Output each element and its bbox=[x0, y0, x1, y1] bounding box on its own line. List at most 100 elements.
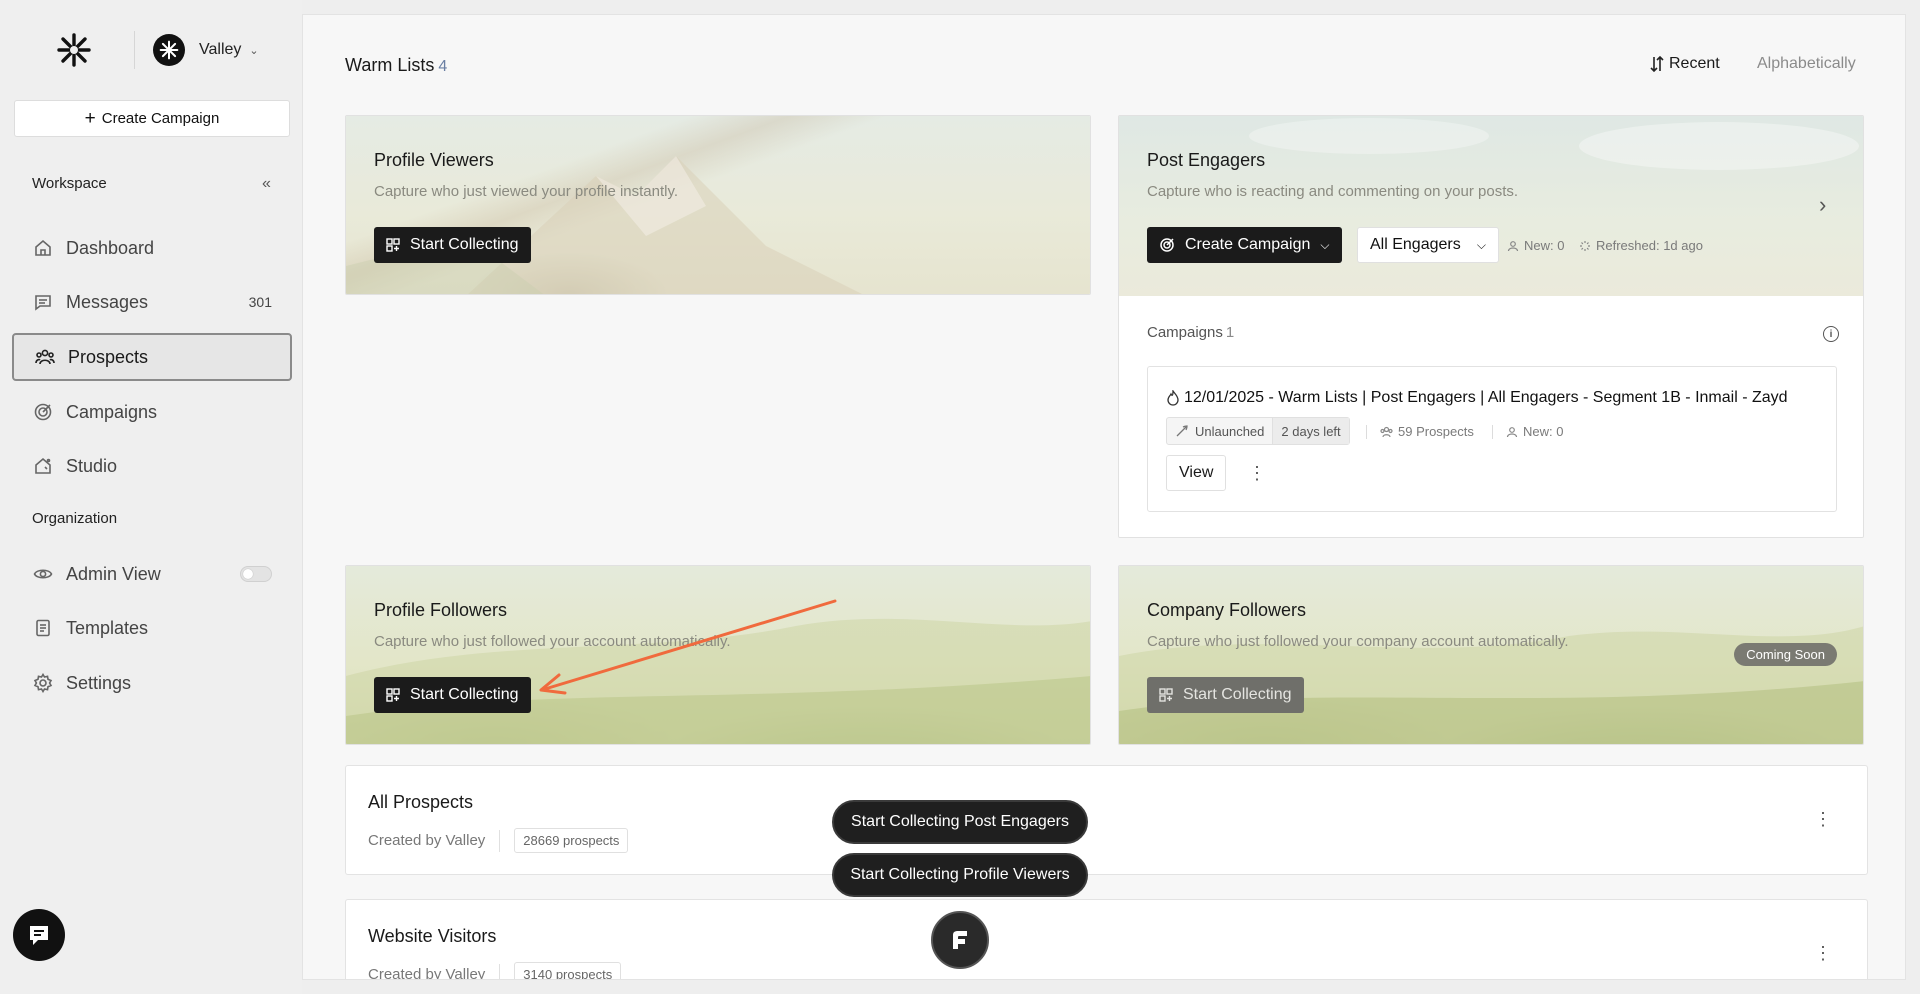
sidebar-item-admin-view[interactable]: Admin View bbox=[12, 550, 292, 598]
sidebar-item-label: Messages bbox=[66, 291, 149, 312]
engagers-filter-select[interactable]: All Engagers ⌵ bbox=[1357, 227, 1499, 263]
sidebar-item-label: Campaigns bbox=[66, 401, 158, 422]
days-left-segment: 2 days left bbox=[1272, 418, 1349, 444]
status-segment: Unlaunched bbox=[1167, 418, 1272, 444]
chevron-down-icon: ⌵ bbox=[1476, 237, 1486, 252]
plus-icon: + bbox=[84, 108, 96, 129]
card-subtitle: Capture who just viewed your profile ins… bbox=[374, 183, 679, 200]
grid-icon bbox=[386, 688, 400, 702]
created-by: Created by Valley bbox=[368, 966, 486, 980]
sidebar-item-label: Settings bbox=[66, 672, 132, 693]
campaigns-count: 1 bbox=[1225, 324, 1235, 341]
workspace-avatar bbox=[153, 34, 185, 66]
chevron-right-icon[interactable]: › bbox=[1819, 192, 1826, 218]
start-collecting-button[interactable]: Start Collecting bbox=[374, 227, 531, 263]
page-title: Warm Lists 4 bbox=[345, 55, 447, 76]
arrow-annotation-icon bbox=[539, 599, 837, 695]
sidebar-item-campaigns[interactable]: Campaigns bbox=[12, 388, 292, 436]
divider bbox=[1492, 425, 1493, 439]
sort-recent-button[interactable]: Recent bbox=[1649, 55, 1720, 73]
more-options-icon[interactable]: ⋮ bbox=[1814, 810, 1832, 828]
campaigns-heading: Campaigns 1 bbox=[1147, 324, 1234, 341]
campaign-new-text: New: 0 bbox=[1523, 424, 1564, 439]
campaign-name-text: 12/01/2025 - Warm Lists | Post Engagers … bbox=[1184, 389, 1788, 406]
admin-view-toggle[interactable] bbox=[240, 566, 272, 582]
sidebar-item-dashboard[interactable]: Dashboard bbox=[12, 224, 292, 272]
floating-action-button[interactable] bbox=[931, 911, 989, 969]
gear-icon bbox=[32, 672, 54, 694]
users-icon bbox=[1380, 426, 1393, 438]
card-background bbox=[346, 116, 1090, 294]
create-campaign-dropdown-button[interactable]: Create Campaign ⌵ bbox=[1147, 227, 1342, 263]
sidebar-item-templates[interactable]: Templates bbox=[12, 604, 292, 652]
list-item-all-prospects[interactable]: All Prospects Created by Valley 28669 pr… bbox=[345, 765, 1868, 875]
sort-alphabetically-button[interactable]: Alphabetically bbox=[1757, 55, 1856, 73]
sidebar: Valley ⌄ + Create Campaign Workspace « D… bbox=[0, 0, 302, 994]
start-collecting-button-disabled: Start Collecting bbox=[1147, 677, 1304, 713]
divider bbox=[1366, 425, 1367, 439]
prospects-count-badge: 28669 prospects bbox=[514, 828, 629, 853]
logo-icon[interactable] bbox=[54, 30, 94, 70]
sky-illustration bbox=[1249, 118, 1859, 170]
app-logo-icon bbox=[953, 931, 967, 949]
user-icon bbox=[1506, 426, 1518, 438]
workspace-section-label: Workspace bbox=[32, 175, 107, 192]
grid-icon bbox=[1159, 688, 1173, 702]
divider bbox=[134, 31, 135, 69]
workspace-name: Valley bbox=[199, 41, 242, 58]
warm-lists-count: 4 bbox=[438, 58, 448, 75]
users-icon bbox=[34, 346, 56, 368]
chat-icon bbox=[30, 926, 48, 945]
start-collecting-post-engagers-button[interactable]: Start Collecting Post Engagers bbox=[832, 800, 1088, 844]
messages-count: 301 bbox=[248, 294, 272, 310]
sidebar-item-settings[interactable]: Settings bbox=[12, 659, 292, 707]
flame-icon bbox=[1166, 390, 1180, 406]
chevron-down-icon: ⌵ bbox=[1320, 237, 1330, 252]
campaigns-panel: Campaigns 1 i 12/01/2025 - Warm Lists | P… bbox=[1119, 296, 1863, 537]
more-options-icon[interactable]: ⋮ bbox=[1248, 464, 1266, 482]
created-by: Created by Valley bbox=[368, 832, 486, 849]
divider bbox=[499, 963, 501, 979]
chat-support-button[interactable] bbox=[13, 909, 65, 961]
post-engagers-card: Post Engagers Capture who is reacting an… bbox=[1118, 115, 1864, 538]
create-campaign-label: Create Campaign bbox=[1185, 236, 1311, 253]
refreshed-text: Refreshed: 1d ago bbox=[1596, 238, 1703, 253]
home-icon bbox=[32, 237, 54, 259]
start-collecting-label: Start Collecting bbox=[410, 686, 519, 703]
campaign-status: Unlaunched bbox=[1195, 423, 1265, 439]
sidebar-item-label: Prospects bbox=[68, 346, 149, 367]
new-count: New: 0 bbox=[1507, 238, 1564, 253]
eye-icon bbox=[32, 563, 54, 585]
sidebar-item-prospects[interactable]: Prospects bbox=[12, 333, 292, 381]
page-title-text: Warm Lists bbox=[345, 55, 435, 75]
start-collecting-label: Start Collecting bbox=[410, 236, 519, 253]
start-collecting-profile-viewers-button[interactable]: Start Collecting Profile Viewers bbox=[832, 853, 1088, 897]
start-collecting-label: Start Collecting bbox=[1183, 686, 1292, 703]
prospects-count-badge: 3140 prospects bbox=[514, 962, 622, 979]
chevron-down-icon: ⌄ bbox=[249, 44, 259, 57]
sidebar-item-studio[interactable]: Studio bbox=[12, 442, 292, 490]
card-background bbox=[1119, 116, 1863, 296]
sidebar-item-label: Admin View bbox=[66, 563, 161, 584]
start-collecting-button[interactable]: Start Collecting bbox=[374, 677, 531, 713]
card-title: Company Followers bbox=[1147, 600, 1307, 620]
list-item-website-visitors[interactable]: Website Visitors Created by Valley 3140 … bbox=[345, 899, 1868, 980]
main-content: Warm Lists 4 Recent Alphabetically Profil… bbox=[302, 14, 1906, 980]
view-campaign-button[interactable]: View bbox=[1166, 455, 1227, 491]
more-options-icon[interactable]: ⋮ bbox=[1814, 944, 1832, 962]
organization-section-label: Organization bbox=[32, 510, 118, 527]
sort-recent-label: Recent bbox=[1669, 55, 1720, 72]
card-subtitle: Capture who just followed your company a… bbox=[1147, 633, 1569, 650]
document-icon bbox=[32, 617, 54, 639]
collapse-sidebar-icon[interactable]: « bbox=[262, 175, 271, 193]
profile-viewers-card: Profile Viewers Capture who just viewed … bbox=[345, 115, 1091, 295]
company-followers-card: Company Followers Capture who just follo… bbox=[1118, 565, 1864, 745]
campaign-new-count: New: 0 bbox=[1506, 424, 1563, 439]
create-campaign-button[interactable]: + Create Campaign bbox=[14, 100, 290, 137]
sidebar-item-label: Templates bbox=[66, 617, 149, 638]
info-icon[interactable]: i bbox=[1823, 326, 1839, 342]
sidebar-item-messages[interactable]: Messages 301 bbox=[12, 278, 292, 326]
workspace-switcher[interactable]: Valley ⌄ bbox=[153, 34, 259, 66]
card-subtitle: Capture who is reacting and commenting o… bbox=[1147, 183, 1519, 200]
sort-icon bbox=[1650, 55, 1664, 73]
